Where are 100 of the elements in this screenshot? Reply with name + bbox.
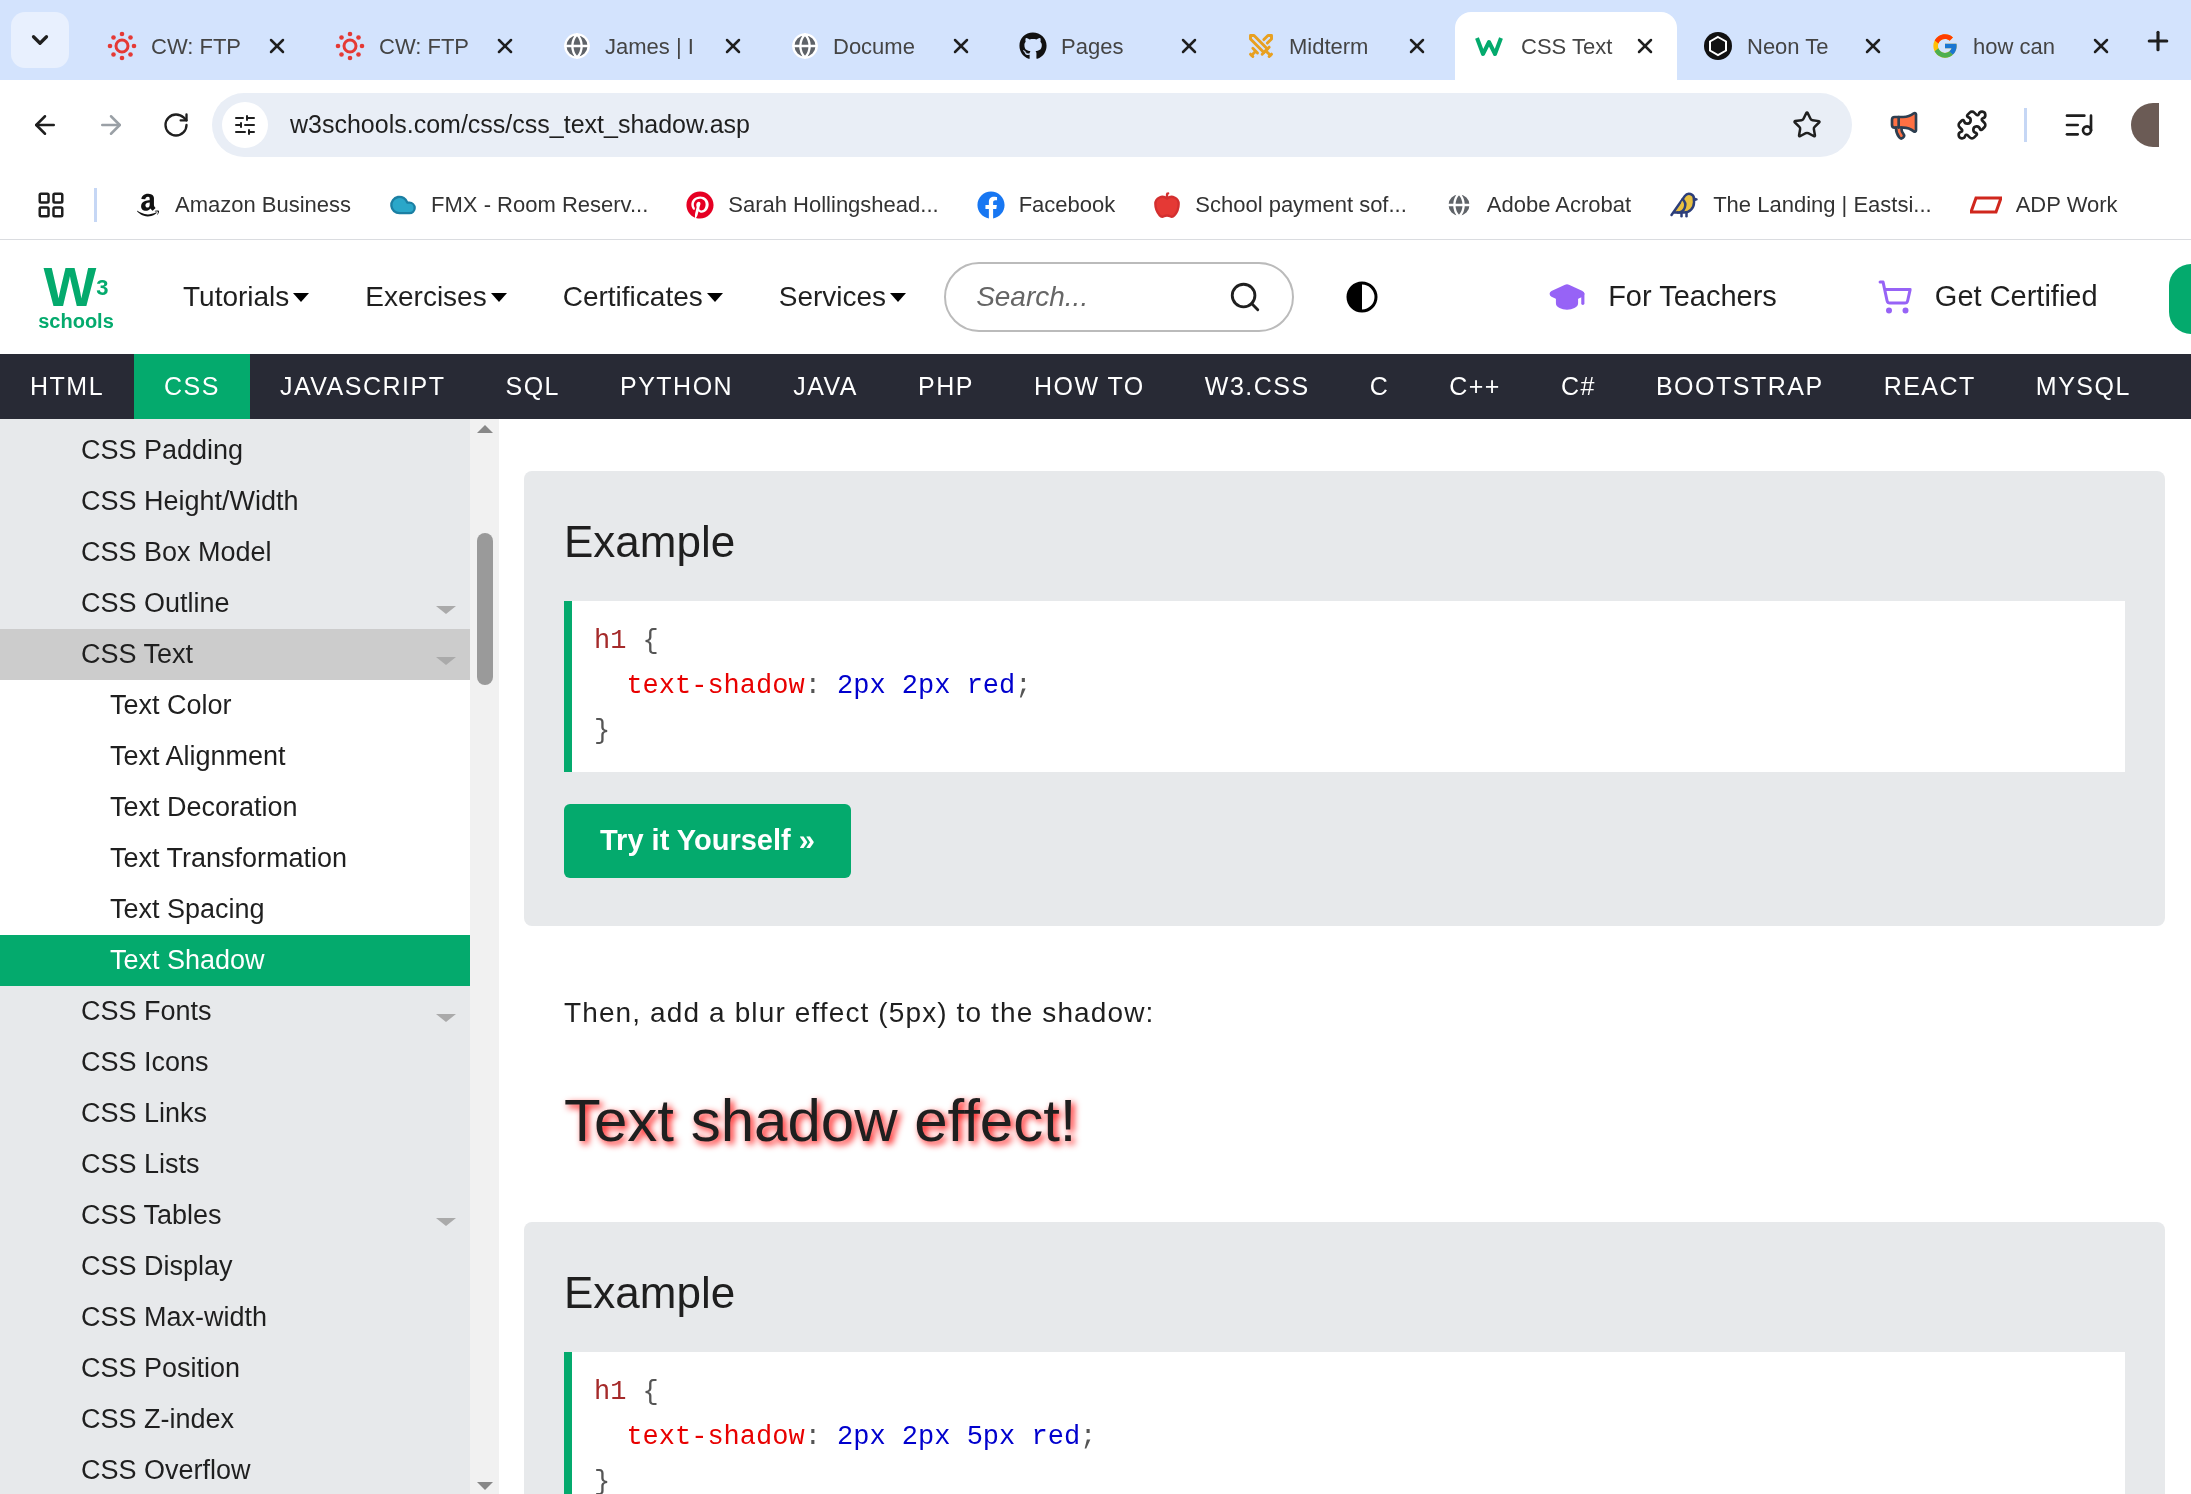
tab-search-button[interactable]	[11, 12, 69, 68]
browser-tab[interactable]: Docume	[771, 12, 993, 80]
sidebar-subitem[interactable]: Text Decoration	[0, 782, 470, 833]
apple-icon	[1153, 190, 1182, 219]
sidebar-item[interactable]: CSS Outline	[0, 578, 470, 629]
bookmark-link[interactable]: Adobe Acrobat	[1444, 188, 1632, 221]
bookmark-star-icon[interactable]	[1792, 110, 1822, 140]
sidebar-subitem[interactable]: Text Spacing	[0, 884, 470, 935]
globe-icon	[563, 32, 591, 60]
browser-tab[interactable]: Neon Te	[1683, 12, 1905, 80]
topic-tab[interactable]: PYTHON	[590, 354, 764, 419]
menu-dropdown[interactable]: Services	[778, 276, 907, 318]
topic-tab[interactable]: W3.CSS	[1174, 354, 1340, 419]
globe-icon	[791, 32, 819, 60]
sidebar-item[interactable]: CSS Lists	[0, 1139, 470, 1190]
search-field[interactable]: Search...	[976, 276, 1229, 318]
browser-tab[interactable]: James | I	[543, 12, 765, 80]
topic-tab[interactable]: PHP	[888, 354, 1004, 419]
sidebar-item[interactable]: CSS Z-index	[0, 1394, 470, 1445]
sidebar-item[interactable]: CSS Max-width	[0, 1292, 470, 1343]
caret-icon	[706, 292, 723, 302]
menu-dropdown[interactable]: Certificates	[562, 276, 723, 318]
sidebar-item[interactable]: CSS Position	[0, 1343, 470, 1394]
sidebar-item[interactable]: CSS Text	[0, 629, 470, 680]
scrollbar[interactable]	[470, 419, 499, 1494]
browser-tab[interactable]: CSS Text	[1455, 12, 1677, 80]
pin-logo-icon	[686, 190, 715, 219]
topic-tab[interactable]: MYSQL	[2005, 354, 2161, 419]
topic-tab[interactable]: C#	[1530, 354, 1626, 419]
account-button[interactable]	[2169, 264, 2191, 334]
sidebar-item[interactable]: CSS Height/Width	[0, 476, 470, 527]
caret-icon	[890, 292, 907, 302]
header-link[interactable]: Get Certified	[1876, 275, 2098, 319]
topic-tab[interactable]: REACT	[1853, 354, 2006, 419]
example-heading: Example	[564, 1267, 737, 1319]
dotted-ring-icon	[107, 31, 137, 61]
reload-icon[interactable]	[162, 111, 190, 139]
code-line: }	[594, 1466, 612, 1494]
bookmark-link[interactable]: Amazon Business	[135, 188, 352, 221]
body-text: Then, add a blur effect (5px) to the shadow:	[563, 996, 1156, 1030]
slanted-logo-icon	[1969, 195, 2002, 214]
caret-icon	[293, 292, 310, 302]
tab-title: Neon Te	[1747, 32, 1830, 61]
menu-dropdown[interactable]: Tutorials	[183, 276, 310, 318]
cart-icon	[1876, 279, 1913, 315]
topic-tab[interactable]: JAVA	[763, 354, 888, 419]
contrast-icon[interactable]	[1346, 281, 1379, 313]
sidebar-item[interactable]: CSS Display	[0, 1241, 470, 1292]
tab-title: CSS Text	[1521, 32, 1614, 61]
g-logo-icon	[1931, 32, 1959, 60]
sidebar-item[interactable]: CSS Padding	[0, 425, 470, 476]
browser-tab[interactable]: CW: FTP	[315, 12, 537, 80]
shadow-demo-heading: Text shadow effect!	[563, 1086, 1078, 1156]
example-heading: Example	[564, 516, 737, 568]
sidebar-subitem[interactable]: Text Color	[0, 680, 470, 731]
topic-tab[interactable]: HTML	[0, 354, 135, 419]
amazon-smile-icon	[135, 191, 161, 218]
sidebar-item[interactable]: CSS Tables	[0, 1190, 470, 1241]
topic-tab[interactable]: C	[1339, 354, 1420, 419]
bookmark-link[interactable]: ADP Work	[1969, 188, 2118, 221]
f-logo-icon	[976, 190, 1005, 219]
search-bar[interactable]: Search...	[944, 262, 1295, 332]
crossed-swords-icon	[1247, 32, 1275, 60]
sidebar-item[interactable]: CSS Box Model	[0, 527, 470, 578]
caret-icon	[490, 292, 507, 302]
topic-tab[interactable]: SQL	[475, 354, 590, 419]
avatar[interactable]	[2131, 103, 2159, 147]
topic-tab[interactable]: C++	[1419, 354, 1531, 419]
code-line: h1 {	[594, 1376, 660, 1409]
tab-title: how can	[1973, 32, 2056, 61]
megaphone-icon[interactable]	[1888, 109, 1920, 141]
bookmark-link[interactable]: Facebook	[976, 188, 1116, 221]
sidebar-subitem[interactable]: Text Alignment	[0, 731, 470, 782]
site-settings-icon[interactable]	[222, 102, 268, 148]
code-line: h1 {	[594, 625, 660, 658]
code-line: }	[594, 715, 612, 748]
topic-tab[interactable]: BOOTSTRAP	[1625, 354, 1854, 419]
bookmark-link[interactable]: FMX - Room Reserv...	[389, 188, 649, 221]
topic-tab[interactable]: HOW TO	[1003, 354, 1175, 419]
header-link[interactable]: For Teachers	[1548, 275, 1777, 319]
bookmark-link[interactable]: The Landing | Eastsi...	[1669, 188, 1932, 221]
sidebar-subitem[interactable]: Text Transformation	[0, 833, 470, 884]
address-bar[interactable]: w3schools.com/css/css_text_shadow.asp	[212, 93, 1852, 157]
browser-tab[interactable]: CW: FTP	[87, 12, 309, 80]
topic-tab[interactable]: JAVASCRIPT	[249, 354, 476, 419]
bookmark-link[interactable]: School payment sof...	[1153, 188, 1407, 221]
bookmark-link[interactable]: Sarah Hollingshead...	[686, 188, 939, 221]
browser-tab[interactable]: Midterm	[1227, 12, 1449, 80]
extensions-icon[interactable]	[1956, 109, 1988, 141]
code-line: text-shadow: 2px 2px 5px red;	[625, 1421, 1098, 1454]
browser-tab[interactable]: how can	[1911, 12, 2133, 80]
browser-tab[interactable]: Pages	[999, 12, 1221, 80]
eagle-icon	[1669, 189, 1700, 220]
sidebar-item[interactable]: CSS Links	[0, 1088, 470, 1139]
sidebar-item[interactable]: CSS Icons	[0, 1037, 470, 1088]
tab-title: James | I	[605, 32, 695, 61]
sidebar-item[interactable]: CSS Fonts	[0, 986, 470, 1037]
sidebar-item[interactable]: CSS Overflow	[0, 1445, 470, 1494]
menu-dropdown[interactable]: Exercises	[365, 276, 507, 318]
knot-logo-icon	[1703, 31, 1733, 61]
